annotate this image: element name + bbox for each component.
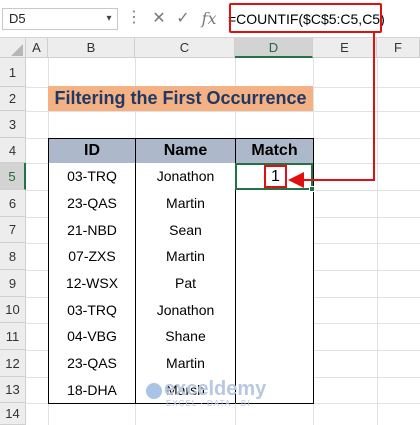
- watermark-logo-icon: [146, 383, 162, 399]
- annotation-arrow: [288, 33, 375, 188]
- arrow-line: [288, 33, 375, 188]
- watermark-name: exceldemy: [164, 378, 267, 400]
- watermark-tagline: EXCEL · DATA · BI: [166, 399, 251, 408]
